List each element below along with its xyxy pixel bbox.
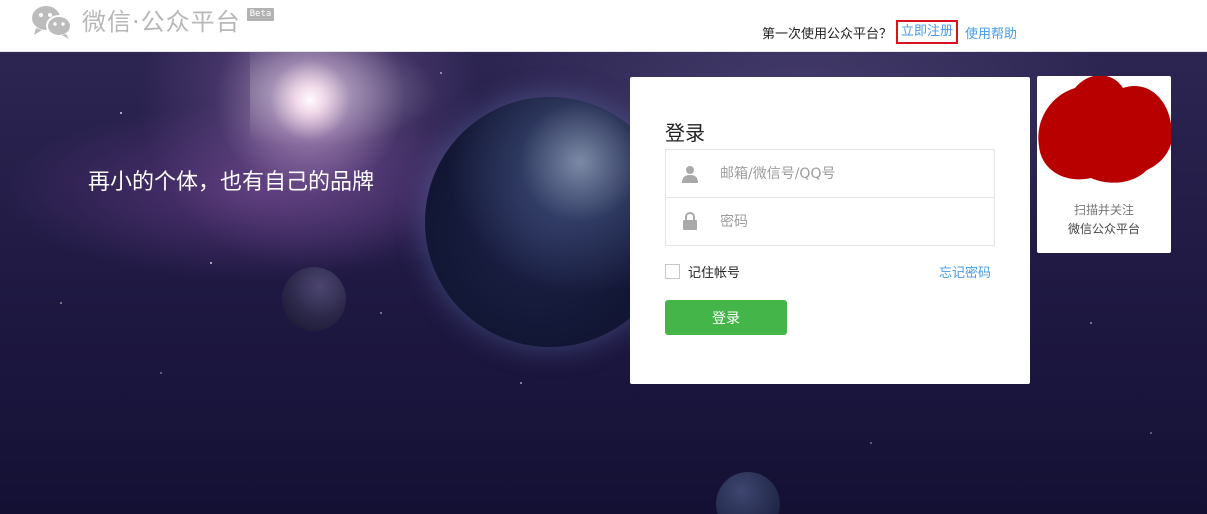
header-links: 第一次使用公众平台？ 立即注册 使用帮助 bbox=[762, 20, 1017, 44]
password-field[interactable] bbox=[665, 197, 995, 246]
remember-label: 记住帐号 bbox=[688, 266, 741, 281]
login-title: 登录 bbox=[665, 121, 705, 145]
first-time-text: 第一次使用公众平台？ bbox=[762, 26, 893, 42]
qr-caption-name: 微信公众平台 bbox=[1067, 222, 1140, 236]
slogan-text: 再小的个体，也有自己的品牌 bbox=[88, 170, 375, 195]
redaction-mark bbox=[1038, 76, 1171, 183]
star bbox=[210, 262, 212, 264]
account-input[interactable] bbox=[720, 165, 980, 182]
login-panel: 登录 记住帐号 忘记密码 登录 bbox=[630, 77, 1030, 384]
login-button[interactable]: 登录 bbox=[665, 300, 787, 335]
star bbox=[1090, 322, 1092, 324]
star bbox=[120, 112, 122, 114]
user-icon bbox=[666, 150, 714, 197]
remember-checkbox[interactable] bbox=[665, 264, 680, 279]
star bbox=[380, 312, 382, 314]
wechat-logo-icon bbox=[30, 4, 74, 40]
small-planet-image bbox=[282, 267, 346, 331]
register-link[interactable]: 立即注册 bbox=[896, 20, 959, 44]
star bbox=[160, 372, 162, 374]
brand-logo[interactable]: 微信·公众平台 Beta bbox=[30, 4, 275, 40]
space-banner: 再小的个体，也有自己的品牌 登录 记住帐号 bbox=[0, 52, 1207, 514]
qr-code-panel: 扫描并关注 微信公众平台 bbox=[1037, 76, 1171, 253]
star bbox=[1150, 432, 1152, 434]
star bbox=[440, 72, 442, 74]
star bbox=[870, 442, 872, 444]
remember-account[interactable]: 记住帐号 bbox=[665, 262, 740, 281]
brand-name: 微信·公众平台 bbox=[82, 8, 241, 36]
star bbox=[520, 382, 522, 384]
lock-icon bbox=[666, 198, 714, 245]
beta-badge: Beta bbox=[246, 8, 275, 21]
help-link[interactable]: 使用帮助 bbox=[965, 23, 1017, 42]
forgot-password-link[interactable]: 忘记密码 bbox=[939, 262, 991, 281]
nebula-glow bbox=[250, 52, 450, 152]
password-input[interactable] bbox=[720, 213, 980, 230]
star bbox=[60, 302, 62, 304]
bottom-planet-image bbox=[716, 472, 780, 514]
qr-caption-scan: 扫描并关注 bbox=[1073, 203, 1134, 217]
top-header: 微信·公众平台 Beta 第一次使用公众平台？ 立即注册 使用帮助 bbox=[0, 0, 1207, 52]
account-field[interactable] bbox=[665, 149, 995, 198]
